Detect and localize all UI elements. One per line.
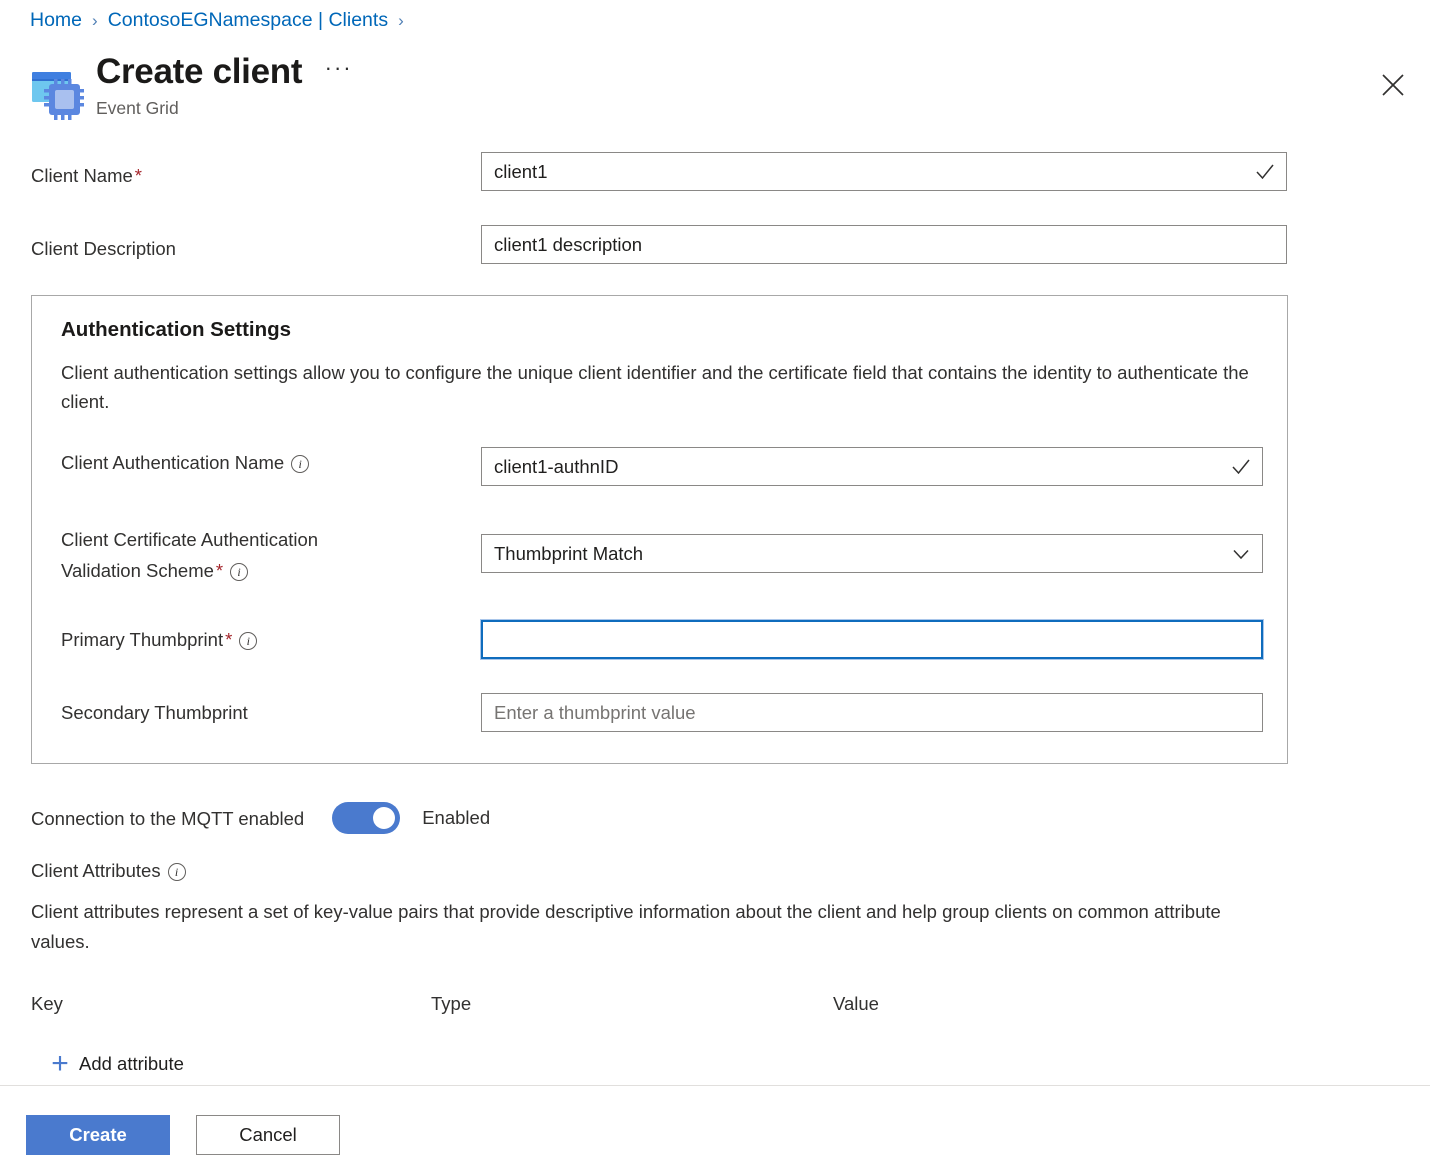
primary-thumbprint-input[interactable] bbox=[481, 620, 1263, 659]
required-asterisk: * bbox=[225, 629, 232, 650]
mqtt-connection-state-label: Enabled bbox=[422, 807, 490, 829]
info-icon[interactable]: i bbox=[239, 632, 257, 650]
validation-scheme-label: Client Certificate Authentication Valida… bbox=[61, 524, 441, 586]
footer-actions: Create Cancel bbox=[26, 1115, 340, 1155]
add-attribute-button[interactable]: + Add attribute bbox=[47, 1051, 184, 1077]
breadcrumb-item-namespace-clients[interactable]: ContosoEGNamespace | Clients bbox=[108, 9, 388, 32]
validation-check-icon bbox=[1254, 161, 1276, 183]
plus-icon: + bbox=[47, 1051, 73, 1077]
validation-check-icon bbox=[1230, 456, 1252, 478]
cancel-button[interactable]: Cancel bbox=[196, 1115, 340, 1155]
breadcrumb-item-home[interactable]: Home bbox=[30, 9, 82, 32]
required-asterisk: * bbox=[135, 165, 142, 186]
validation-scheme-label-line1: Client Certificate Authentication bbox=[61, 529, 318, 550]
more-options-icon[interactable]: ··· bbox=[325, 48, 353, 88]
validation-scheme-selected-value: Thumbprint Match bbox=[494, 543, 1230, 565]
attributes-column-header-type: Type bbox=[431, 993, 471, 1015]
authentication-settings-title: Authentication Settings bbox=[61, 318, 291, 342]
secondary-thumbprint-input[interactable]: Enter a thumbprint value bbox=[481, 693, 1263, 732]
breadcrumb-separator-icon: › bbox=[92, 11, 98, 31]
breadcrumb-separator-icon: › bbox=[398, 11, 404, 31]
client-attributes-description: Client attributes represent a set of key… bbox=[31, 897, 1281, 957]
page-subtitle: Event Grid bbox=[96, 97, 353, 119]
required-asterisk: * bbox=[216, 560, 223, 581]
client-auth-name-label-text: Client Authentication Name bbox=[61, 452, 284, 473]
client-name-label-text: Client Name bbox=[31, 165, 133, 186]
mqtt-connection-toggle[interactable] bbox=[332, 802, 400, 834]
footer-divider bbox=[0, 1085, 1430, 1086]
client-auth-name-label: Client Authentication Name i bbox=[61, 450, 309, 475]
client-name-value: client1 bbox=[494, 161, 1254, 183]
mqtt-connection-label: Connection to the MQTT enabled bbox=[31, 806, 304, 831]
attributes-column-header-key: Key bbox=[31, 993, 63, 1015]
create-button[interactable]: Create bbox=[26, 1115, 170, 1155]
validation-scheme-label-line2: Validation Scheme bbox=[61, 560, 214, 581]
page-title: Create client bbox=[96, 52, 302, 92]
close-button[interactable] bbox=[1372, 64, 1414, 106]
attributes-column-header-value: Value bbox=[833, 993, 879, 1015]
primary-thumbprint-label: Primary Thumbprint* i bbox=[61, 627, 257, 652]
info-icon[interactable]: i bbox=[230, 563, 248, 581]
event-grid-client-icon bbox=[30, 66, 84, 120]
client-auth-name-value: client1-authnID bbox=[494, 456, 1230, 478]
authentication-settings-description: Client authentication settings allow you… bbox=[61, 358, 1251, 416]
client-auth-name-input[interactable]: client1-authnID bbox=[481, 447, 1263, 486]
toggle-knob bbox=[373, 807, 395, 829]
client-attributes-label: Client Attributes i bbox=[31, 860, 186, 882]
validation-scheme-dropdown[interactable]: Thumbprint Match bbox=[481, 534, 1263, 573]
secondary-thumbprint-label: Secondary Thumbprint bbox=[61, 700, 248, 725]
client-name-input[interactable]: client1 bbox=[481, 152, 1287, 191]
chevron-down-icon bbox=[1230, 543, 1252, 565]
secondary-thumbprint-placeholder: Enter a thumbprint value bbox=[494, 702, 1252, 724]
page-header: Create client ··· Event Grid bbox=[30, 52, 353, 120]
client-description-label: Client Description bbox=[31, 236, 176, 261]
info-icon[interactable]: i bbox=[168, 863, 186, 881]
breadcrumb: Home › ContosoEGNamespace | Clients › bbox=[30, 9, 414, 32]
client-description-value: client1 description bbox=[494, 234, 1276, 256]
info-icon[interactable]: i bbox=[291, 455, 309, 473]
authentication-settings-panel: Authentication Settings Client authentic… bbox=[31, 295, 1288, 764]
client-name-label: Client Name* bbox=[31, 163, 142, 188]
primary-thumbprint-label-text: Primary Thumbprint bbox=[61, 629, 223, 650]
mqtt-connection-row: Connection to the MQTT enabled Enabled bbox=[31, 802, 490, 834]
add-attribute-label: Add attribute bbox=[79, 1053, 184, 1075]
client-description-input[interactable]: client1 description bbox=[481, 225, 1287, 264]
client-attributes-label-text: Client Attributes bbox=[31, 860, 161, 881]
close-icon bbox=[1380, 72, 1406, 98]
